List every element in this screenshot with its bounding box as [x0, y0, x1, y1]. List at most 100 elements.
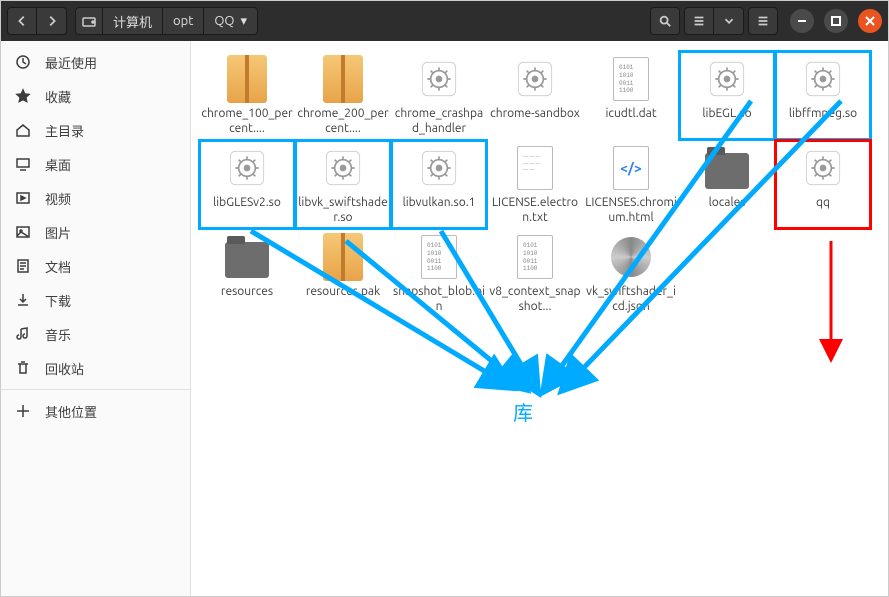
sidebar-item-label: 文档 — [45, 257, 71, 276]
file-label: icudtl.dat — [605, 106, 656, 121]
file-label: locales — [709, 195, 746, 210]
video-icon — [15, 190, 31, 206]
breadcrumb-opt[interactable]: opt — [163, 7, 204, 35]
file-label: resources — [221, 284, 273, 299]
file-gear-icon — [511, 55, 559, 103]
file-item[interactable]: locales — [679, 140, 775, 229]
file-gear-icon — [415, 55, 463, 103]
download-icon — [15, 292, 31, 308]
file-label: chrome_200_percent.... — [297, 106, 389, 136]
close-button[interactable] — [858, 9, 882, 33]
file-label: chrome-sandbox — [490, 106, 580, 121]
file-item[interactable]: resources — [199, 229, 295, 318]
window-controls — [790, 9, 882, 33]
file-gear-icon — [223, 144, 271, 192]
annotation-library-label: 库 — [513, 397, 533, 426]
breadcrumb-qq-label: QQ — [214, 14, 234, 28]
file-label: chrome_crashpad_handler — [393, 106, 485, 136]
file-item[interactable]: </>LICENSES.chromium.html — [583, 140, 679, 229]
breadcrumb-qq[interactable]: QQ▾ — [204, 7, 258, 35]
menu-button[interactable] — [748, 7, 778, 35]
breadcrumb: 计算机 opt QQ▾ — [75, 7, 258, 35]
forward-button[interactable] — [37, 7, 67, 35]
sidebar-item-doc[interactable]: 文档 — [1, 249, 190, 283]
file-gear-icon — [415, 144, 463, 192]
file-label: libEGL.so — [702, 106, 751, 121]
sidebar-other-locations[interactable]: 其他位置 — [1, 394, 190, 428]
sidebar-item-image[interactable]: 图片 — [1, 215, 190, 249]
sidebar: 最近使用收藏主目录桌面视频图片文档下载音乐回收站 其他位置 — [1, 41, 191, 596]
file-txt-icon: — — —— — —— — — [511, 144, 559, 192]
file-item[interactable]: libGLESv2.so — [199, 140, 295, 229]
breadcrumb-root[interactable]: 计算机 — [103, 7, 163, 35]
file-item[interactable]: chrome_crashpad_handler — [391, 51, 487, 140]
file-label: libvk_swiftshader.so — [297, 195, 389, 225]
file-item[interactable]: resources.pak — [295, 229, 391, 318]
sidebar-item-desktop[interactable]: 桌面 — [1, 147, 190, 181]
doc-icon — [15, 258, 31, 274]
sidebar-item-label: 收藏 — [45, 87, 71, 106]
sidebar-other-label: 其他位置 — [45, 402, 97, 421]
sidebar-item-download[interactable]: 下载 — [1, 283, 190, 317]
file-item[interactable]: qq — [775, 140, 871, 229]
sidebar-item-label: 回收站 — [45, 359, 84, 378]
file-label: libffmpeg.so — [789, 106, 857, 121]
sidebar-item-label: 音乐 — [45, 325, 71, 344]
sidebar-item-label: 下载 — [45, 291, 71, 310]
file-item[interactable]: 0101101000111100v8_context_snapshot... — [487, 229, 583, 318]
disk-icon — [75, 7, 103, 35]
file-pkg-icon — [223, 55, 271, 103]
nav-group — [7, 7, 67, 35]
file-item[interactable]: — — —— — —— —LICENSE.electron.txt — [487, 140, 583, 229]
file-item[interactable]: libEGL.so — [679, 51, 775, 140]
view-list-button[interactable] — [684, 7, 714, 35]
view-group — [684, 7, 744, 35]
file-item[interactable]: 0101101000111100snapshot_blob.bin — [391, 229, 487, 318]
sidebar-item-clock[interactable]: 最近使用 — [1, 45, 190, 79]
home-icon — [15, 122, 31, 138]
search-button[interactable] — [650, 7, 680, 35]
file-bin-icon: 0101101000111100 — [415, 233, 463, 281]
file-item[interactable]: libvulkan.so.1 — [391, 140, 487, 229]
sidebar-item-label: 视频 — [45, 189, 71, 208]
sidebar-item-star[interactable]: 收藏 — [1, 79, 190, 113]
file-gear-icon — [703, 55, 751, 103]
body: 最近使用收藏主目录桌面视频图片文档下载音乐回收站 其他位置 chrome_100… — [1, 41, 888, 596]
file-label: LICENSES.chromium.html — [585, 195, 677, 225]
file-item[interactable]: libffmpeg.so — [775, 51, 871, 140]
sidebar-item-home[interactable]: 主目录 — [1, 113, 190, 147]
file-item[interactable]: chrome_100_percent.... — [199, 51, 295, 140]
plus-icon — [15, 403, 31, 419]
file-label: LICENSE.electron.txt — [489, 195, 581, 225]
file-manager-window: 计算机 opt QQ▾ 最近使用收藏主目录桌面视频图片文档下载音乐回收站 其他位… — [0, 0, 889, 597]
sidebar-item-trash[interactable]: 回收站 — [1, 351, 190, 385]
desktop-icon — [15, 156, 31, 172]
file-folder-icon — [223, 233, 271, 281]
back-button[interactable] — [7, 7, 37, 35]
file-grid: chrome_100_percent....chrome_200_percent… — [199, 51, 880, 318]
file-item[interactable]: chrome-sandbox — [487, 51, 583, 140]
minimize-button[interactable] — [790, 9, 814, 33]
file-gear-icon — [799, 55, 847, 103]
file-item[interactable]: 0101101000111100 icudtl.dat — [583, 51, 679, 140]
image-icon — [15, 224, 31, 240]
file-pane[interactable]: chrome_100_percent....chrome_200_percent… — [191, 41, 888, 596]
sidebar-item-video[interactable]: 视频 — [1, 181, 190, 215]
file-item[interactable]: vk_swiftshader_icd.json — [583, 229, 679, 318]
maximize-button[interactable] — [824, 9, 848, 33]
sidebar-item-label: 桌面 — [45, 155, 71, 174]
music-icon — [15, 326, 31, 342]
titlebar: 计算机 opt QQ▾ — [1, 1, 888, 41]
file-label: vk_swiftshader_icd.json — [585, 284, 677, 314]
file-item[interactable]: chrome_200_percent.... — [295, 51, 391, 140]
file-bin-icon: 0101101000111100 — [607, 55, 655, 103]
file-gear-icon — [319, 144, 367, 192]
sidebar-item-label: 主目录 — [45, 121, 84, 140]
sidebar-separator — [1, 389, 190, 390]
file-item[interactable]: libvk_swiftshader.so — [295, 140, 391, 229]
sidebar-item-music[interactable]: 音乐 — [1, 317, 190, 351]
file-label: libvulkan.so.1 — [403, 195, 476, 210]
file-folder-icon — [703, 144, 751, 192]
view-dropdown-button[interactable] — [714, 7, 744, 35]
file-label: qq — [816, 195, 830, 210]
